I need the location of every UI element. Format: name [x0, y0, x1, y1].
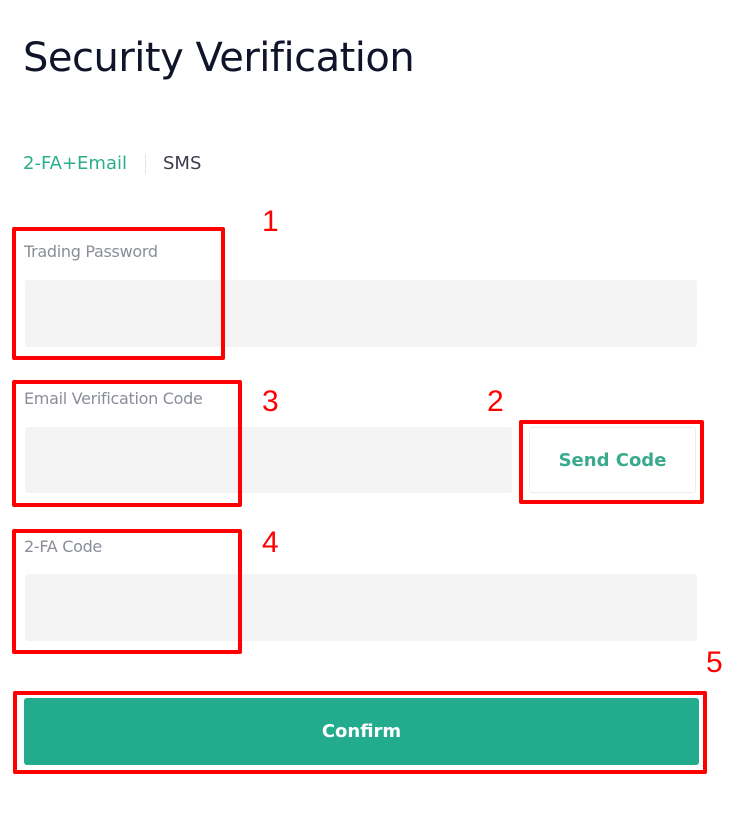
annotation-number-5: 5: [706, 646, 723, 679]
email-verification-code-label: Email Verification Code: [24, 389, 203, 408]
page-title: Security Verification: [23, 35, 415, 81]
annotation-number-1: 1: [262, 205, 279, 238]
confirm-button[interactable]: Confirm: [24, 698, 699, 765]
annotation-number-2: 2: [487, 385, 504, 418]
2fa-code-label: 2-FA Code: [24, 537, 102, 556]
2fa-code-input[interactable]: [25, 574, 697, 641]
annotation-number-4: 4: [262, 526, 279, 559]
send-code-button[interactable]: Send Code: [529, 427, 696, 493]
annotation-number-3: 3: [262, 385, 279, 418]
trading-password-label: Trading Password: [24, 242, 158, 261]
trading-password-input[interactable]: [25, 280, 697, 347]
tab-divider: [144, 154, 146, 174]
tab-2fa-email[interactable]: 2-FA+Email: [23, 151, 127, 177]
email-verification-code-input[interactable]: [25, 427, 512, 493]
tab-sms[interactable]: SMS: [163, 151, 201, 177]
verification-method-tabs: 2-FA+Email SMS: [23, 151, 201, 177]
